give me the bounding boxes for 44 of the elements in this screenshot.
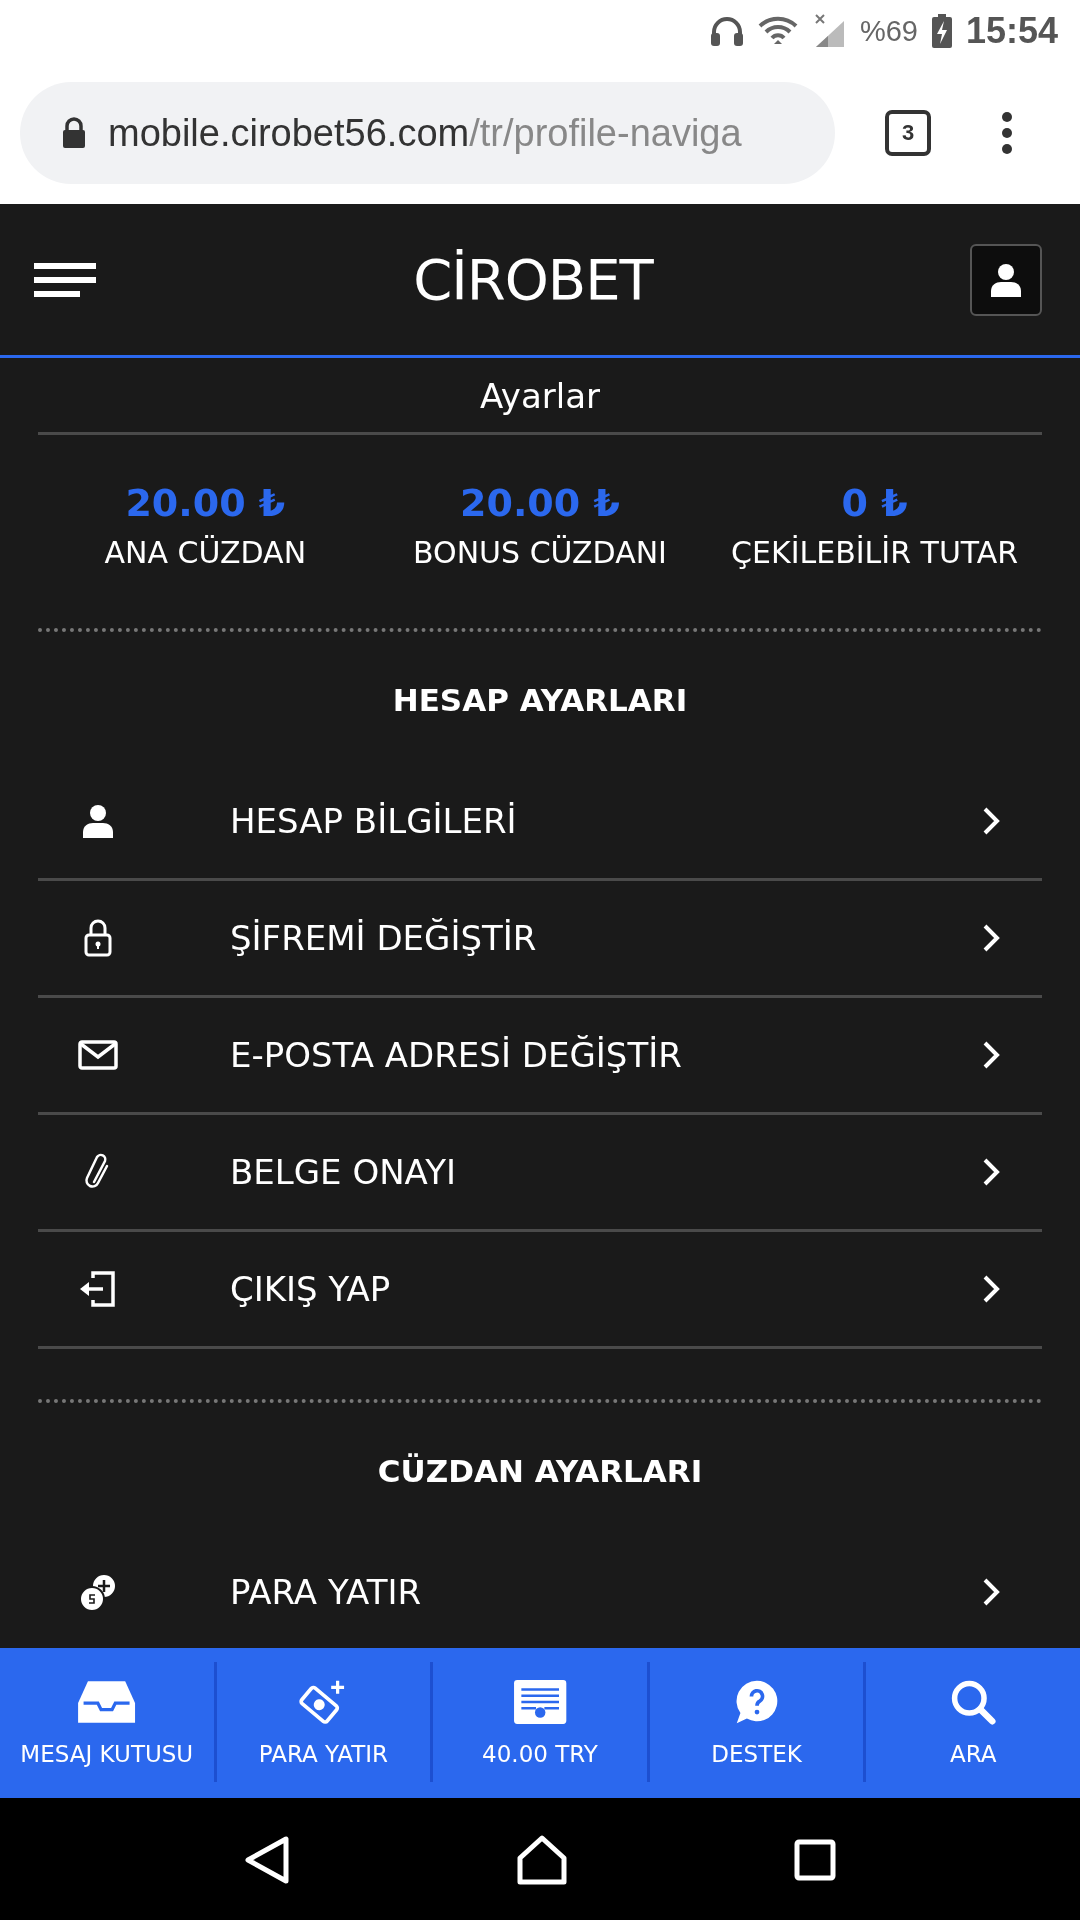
wallet-label: BONUS CÜZDANI [413,535,667,570]
chevron-right-icon [982,1274,1000,1304]
person-icon [990,262,1022,297]
wallet-label: ANA CÜZDAN [104,535,307,570]
chevron-right-icon [982,1157,1000,1187]
tab-count-button[interactable]: 3 [885,110,931,156]
lock-icon [62,117,86,149]
profile-button[interactable] [970,243,1042,316]
wallet-amount: 20.00 ₺ [460,481,620,525]
headphones-icon [709,15,744,47]
page-title: Ayarlar [38,358,1042,435]
recents-icon[interactable] [794,1838,837,1881]
person-icon [82,804,114,838]
wallet-amount: 20.00 ₺ [125,481,286,525]
wifi-icon [757,16,798,46]
wallet-amount: 0 ₺ [841,481,908,525]
search-icon [950,1679,997,1725]
settings-item[interactable]: HESAP BİLGİLERİ [38,764,1042,881]
chevron-right-icon [982,1577,1000,1607]
envelope-icon [78,1040,118,1070]
settings-item[interactable]: ÇIKIŞ YAP [38,1232,1042,1349]
chevron-right-icon [982,923,1000,953]
battery-charging-icon [931,14,952,48]
cash-register-icon [512,1679,568,1725]
lock-icon [84,919,112,957]
settings-item[interactable]: ŞİFREMİ DEĞİŞTİR [38,881,1042,998]
more-menu-icon[interactable] [1001,111,1013,155]
section-heading: CÜZDAN AYARLARI [376,1452,704,1491]
battery-level: %69 [859,14,918,48]
chevron-right-icon [982,806,1000,836]
back-icon[interactable] [243,1834,290,1885]
wallet-label: ÇEKİLEBİLİR TUTAR [731,535,1019,570]
address-bar[interactable]: mobile.cirobet56.com/tr/profile-naviga [20,82,835,184]
clock: 15:54 [965,10,1058,52]
exit-icon [79,1270,117,1308]
settings-item[interactable]: BELGE ONAYI [38,1115,1042,1232]
settings-item[interactable]: E-POSTA ADRESİ DEĞİŞTİR [38,998,1042,1115]
inbox-tray-icon [77,1679,137,1725]
chevron-right-icon [982,1040,1000,1070]
home-icon[interactable] [517,1834,567,1885]
coins-icon [78,1572,118,1612]
site-logo[interactable]: CİROBET [413,247,653,312]
menu-icon[interactable] [34,262,96,297]
section-heading: HESAP AYARLARI [391,681,689,720]
